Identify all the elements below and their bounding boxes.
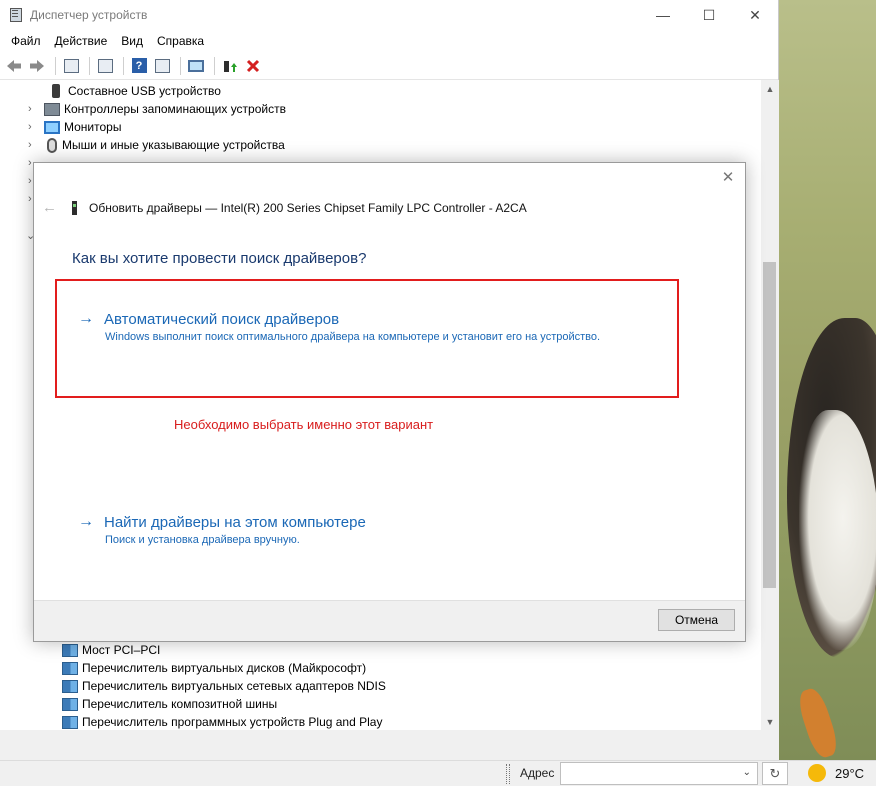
- system-device-icon: [62, 661, 78, 675]
- dialog-header-text: Обновить драйверы — Intel(R) 200 Series …: [89, 201, 527, 215]
- tree-item-label: Мыши и иные указывающие устройства: [62, 138, 285, 152]
- arrow-right-icon: →: [78, 513, 94, 530]
- tree-item-label: Перечислитель композитной шины: [82, 697, 278, 711]
- option-auto-title: Автоматический поиск драйверов: [104, 310, 340, 328]
- annotation-text: Необходимо выбрать именно этот вариант: [174, 417, 434, 432]
- system-device-icon: [62, 643, 78, 657]
- option-manual-title: Найти драйверы на этом компьютере: [104, 513, 366, 531]
- chipset-device-icon: [72, 201, 77, 215]
- storage-icon: [44, 102, 60, 116]
- address-input[interactable]: ⌄: [560, 762, 758, 785]
- back-arrow-icon[interactable]: [4, 56, 24, 76]
- menu-view[interactable]: Вид: [114, 34, 150, 48]
- toolbar-separator: [180, 56, 181, 75]
- sun-weather-icon[interactable]: [808, 764, 826, 782]
- taskbar: Адрес ⌄ ↻ 29°C: [0, 760, 876, 786]
- usb-icon: [52, 84, 60, 98]
- tree-item-label: Перечислитель виртуальных сетевых адапте…: [82, 679, 386, 693]
- list-icon[interactable]: [95, 56, 115, 76]
- minimize-button[interactable]: —: [640, 0, 686, 30]
- scrollbar-thumb[interactable]: [763, 262, 776, 588]
- tree-item-composite-bus-enumerator[interactable]: Перечислитель композитной шины: [62, 695, 277, 713]
- tree-item-monitors[interactable]: › Мониторы: [28, 118, 121, 136]
- tree-item-mice[interactable]: › Мыши и иные указывающие устройства: [28, 136, 285, 154]
- title-bar: Диспетчер устройств — ☐ ✕: [0, 0, 778, 30]
- update-drivers-dialog: ✕ ← Обновить драйверы — Intel(R) 200 Ser…: [33, 162, 746, 642]
- monitor-icon: [44, 120, 60, 134]
- dialog-header: Обновить драйверы — Intel(R) 200 Series …: [72, 201, 527, 215]
- tree-item-label: Перечислитель виртуальных дисков (Майкро…: [82, 661, 367, 675]
- address-label: Адрес: [520, 766, 555, 780]
- toolbar-separator: [214, 56, 215, 75]
- system-device-icon: [62, 715, 78, 729]
- tree-item-storage-controllers[interactable]: › Контроллеры запоминающих устройств: [28, 100, 286, 118]
- chevron-down-icon[interactable]: ⌄: [743, 767, 751, 778]
- arrow-right-icon: →: [78, 310, 94, 327]
- option-auto-search[interactable]: → Автоматический поиск драйверов Windows…: [78, 310, 600, 343]
- expand-icon[interactable]: ›: [28, 121, 38, 133]
- tree-item-composite-usb[interactable]: Составное USB устройство: [48, 82, 221, 100]
- device-manager-icon: [8, 7, 24, 23]
- vertical-scrollbar[interactable]: ▲ ▼: [761, 80, 779, 730]
- toolbar-separator: [55, 56, 56, 75]
- view-icon[interactable]: [152, 56, 172, 76]
- option-auto-description: Windows выполнит поиск оптимального драй…: [105, 331, 601, 343]
- forward-arrow-icon[interactable]: [27, 56, 47, 76]
- system-device-icon: [62, 679, 78, 693]
- option-manual-description: Поиск и установка драйвера вручную.: [105, 534, 300, 546]
- toolbar-separator: [123, 56, 124, 75]
- tree-item-virtual-disk-enumerator[interactable]: Перечислитель виртуальных дисков (Майкро…: [62, 659, 366, 677]
- toolbar-grip-handle[interactable]: [506, 764, 510, 784]
- expand-icon[interactable]: ›: [28, 103, 38, 115]
- desktop-wallpaper: [779, 0, 876, 760]
- menu-bar: Файл Действие Вид Справка: [0, 30, 778, 52]
- toolbar-separator: [89, 56, 90, 75]
- dialog-footer: Отмена: [34, 600, 745, 641]
- tree-item-pci-bridge[interactable]: Мост PCI–PCI: [62, 641, 160, 659]
- dialog-question: Как вы хотите провести поиск драйверов?: [72, 250, 367, 267]
- wallpaper-bird-feet: [794, 685, 842, 760]
- close-button[interactable]: ✕: [732, 0, 778, 30]
- tree-item-label: Перечислитель программных устройств Plug…: [82, 715, 383, 729]
- system-device-icon: [62, 697, 78, 711]
- toolbar: ?: [0, 52, 778, 80]
- help-icon[interactable]: ?: [129, 56, 149, 76]
- cancel-button[interactable]: Отмена: [658, 609, 735, 631]
- refresh-icon[interactable]: ↻: [762, 762, 788, 785]
- scroll-down-icon[interactable]: ▼: [761, 713, 779, 730]
- tree-item-ndis-enumerator[interactable]: Перечислитель виртуальных сетевых адапте…: [62, 677, 386, 695]
- tree-item-label: Контроллеры запоминающих устройств: [64, 102, 286, 116]
- window-title: Диспетчер устройств: [30, 8, 148, 22]
- dialog-close-icon[interactable]: ✕: [719, 169, 737, 187]
- scroll-up-icon[interactable]: ▲: [761, 80, 779, 97]
- weather-temperature[interactable]: 29°C: [835, 766, 864, 781]
- tree-item-label: Мост PCI–PCI: [82, 643, 161, 657]
- menu-file[interactable]: Файл: [4, 34, 48, 48]
- menu-action[interactable]: Действие: [48, 34, 115, 48]
- maximize-button[interactable]: ☐: [686, 0, 732, 30]
- tree-item-label: Мониторы: [64, 120, 122, 134]
- tree-item-label: Составное USB устройство: [68, 84, 221, 98]
- menu-help[interactable]: Справка: [150, 34, 211, 48]
- update-driver-icon[interactable]: [220, 56, 240, 76]
- monitor-icon[interactable]: [186, 56, 206, 76]
- properties-icon[interactable]: [61, 56, 81, 76]
- dialog-back-icon[interactable]: ←: [42, 199, 57, 216]
- option-manual-search[interactable]: → Найти драйверы на этом компьютере Поис…: [78, 513, 366, 546]
- expand-icon[interactable]: ›: [28, 139, 38, 151]
- mouse-icon: [47, 137, 57, 153]
- wallpaper-bird-belly: [799, 410, 876, 650]
- tree-item-plug-and-play-enumerator[interactable]: Перечислитель программных устройств Plug…: [62, 713, 382, 730]
- remove-icon[interactable]: [243, 56, 263, 76]
